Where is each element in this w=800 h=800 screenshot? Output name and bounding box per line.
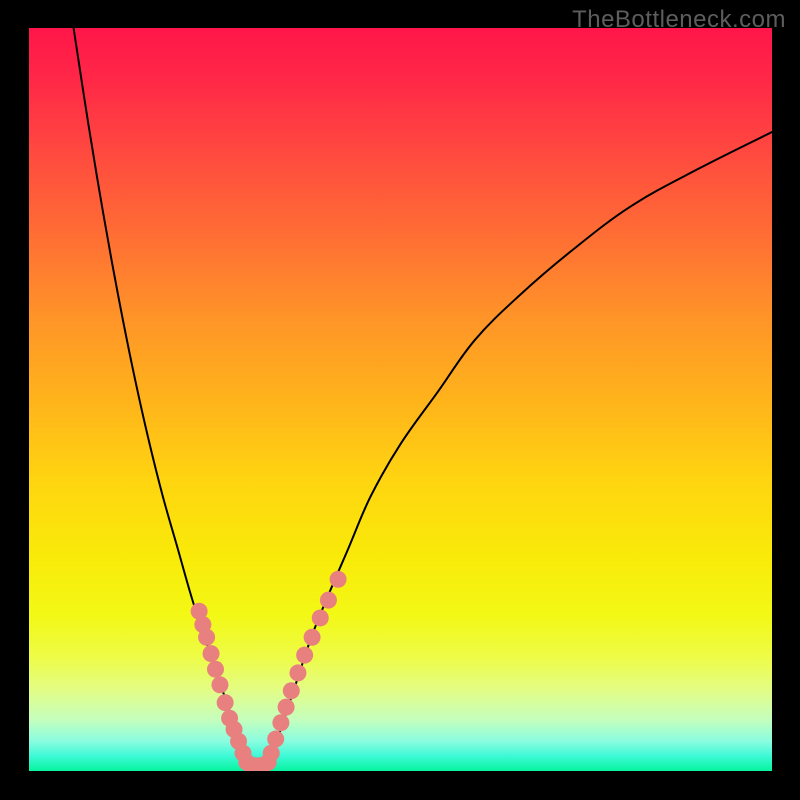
dot-right [272,714,289,731]
dot-right [304,629,321,646]
dots-group [191,571,347,771]
dot-right [320,592,337,609]
dot-bottom [260,754,277,771]
dot-right [312,609,329,626]
dot-right [267,731,284,748]
curve-left-curve [74,28,247,764]
dot-left [207,661,224,678]
dot-right [278,699,295,716]
curve-right-curve [269,132,772,764]
dot-right [296,647,313,664]
chart-frame: TheBottleneck.com [0,0,800,800]
dot-right [289,664,306,681]
dot-left [198,629,215,646]
plot-area [29,28,772,771]
dot-left [211,676,228,693]
dot-right [283,682,300,699]
dot-left [203,645,220,662]
dot-left [217,694,234,711]
chart-overlay [29,28,772,771]
dot-right [330,571,347,588]
watermark-text: TheBottleneck.com [572,6,786,34]
curves-group [74,28,772,769]
